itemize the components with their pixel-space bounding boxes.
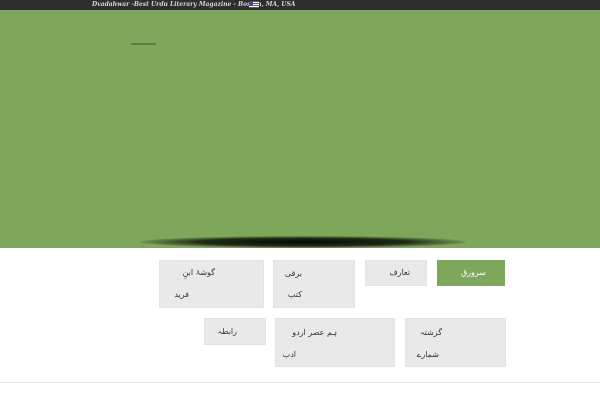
nav-button-taaruf[interactable]: تعارف: [365, 260, 427, 286]
nav-button-rabta[interactable]: رابطہ: [204, 318, 266, 345]
logo-mark: [131, 43, 156, 45]
nav-button-label: ادب: [282, 350, 296, 359]
nav-button-label: کتب: [287, 290, 302, 299]
nav-button-sarwaraq[interactable]: سرورق: [437, 260, 505, 286]
nav-button-label: برقی: [284, 269, 302, 278]
nav-button-hum-asr-urdu-adab[interactable]: ہم عصر اردو ادب: [275, 318, 395, 367]
divider: [0, 382, 600, 383]
site-tagline: Dvadahwar -Best Urdu Literary Magazine -…: [92, 1, 296, 8]
us-flag-icon: [249, 1, 259, 8]
nav-button-goshay-ibn-e-farid[interactable]: گوشۂ ابنِ فرید: [159, 260, 264, 308]
nav-button-label: گوشۂ ابنِ: [182, 268, 215, 277]
header-banner: [0, 10, 600, 248]
banner-shadow: [140, 236, 466, 248]
nav-button-label: ہم عصر اردو: [292, 328, 337, 337]
nav-button-label: گزشتہ: [419, 328, 442, 337]
nav-button-label: فرید: [174, 290, 189, 299]
nav-button-guzishta-shumaray[interactable]: گزشتہ شمارے: [405, 318, 506, 367]
nav-button-label: شمارے: [416, 350, 439, 359]
nav-button-label: رابطہ: [217, 327, 237, 336]
top-bar: Dvadahwar -Best Urdu Literary Magazine -…: [0, 0, 600, 10]
nav-button-barqi-kutub[interactable]: برقی کتب: [273, 260, 355, 308]
nav-button-label: سرورق: [460, 268, 486, 277]
nav-button-label: تعارف: [389, 268, 410, 277]
